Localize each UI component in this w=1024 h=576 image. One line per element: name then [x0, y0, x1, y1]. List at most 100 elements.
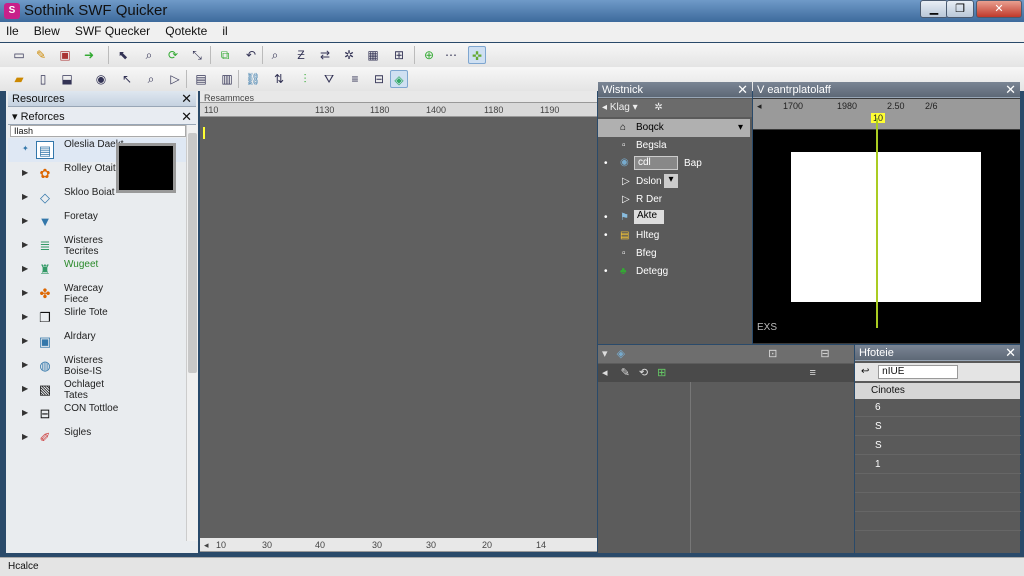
- zoom-icon[interactable]: ⌕: [140, 46, 158, 64]
- grid-icon[interactable]: ▦: [364, 46, 382, 64]
- copy-icon[interactable]: ⧉: [216, 46, 234, 64]
- property-row[interactable]: [855, 494, 1021, 512]
- minimize-button[interactable]: ▁: [920, 0, 948, 18]
- collapse-icon[interactable]: ▾: [602, 348, 608, 360]
- menu-icon[interactable]: ≡: [809, 367, 815, 379]
- table-icon[interactable]: ⊟: [370, 70, 388, 88]
- pencil-icon[interactable]: ✎: [32, 46, 50, 64]
- scroll-left-icon[interactable]: ◂: [204, 540, 209, 551]
- collapse-icon[interactable]: ▾: [12, 111, 18, 123]
- menu-swf[interactable]: SWF Quecker: [69, 22, 156, 40]
- edit-icon[interactable]: ✎: [621, 367, 630, 379]
- menu-help[interactable]: il: [216, 22, 233, 40]
- tree-item[interactable]: ▷ Dslon ▾: [598, 173, 750, 191]
- swap-icon[interactable]: ⇅: [270, 70, 288, 88]
- tree-item[interactable]: • ▤ Hlteg: [598, 227, 750, 245]
- add-layer-icon[interactable]: ⊞: [657, 367, 666, 379]
- snap-icon[interactable]: ✜: [468, 46, 486, 64]
- more-icon[interactable]: ⋯: [442, 46, 460, 64]
- property-row[interactable]: 1: [855, 456, 1021, 474]
- menu-tools[interactable]: Qotekte: [159, 22, 213, 40]
- properties-field-input[interactable]: nIUE: [878, 365, 959, 379]
- save-icon[interactable]: ▣: [56, 46, 74, 64]
- export-icon[interactable]: ⬓: [58, 70, 76, 88]
- list-item[interactable]: ▶ ⊟ CON Tottloe: [8, 402, 190, 426]
- close-preview-icon[interactable]: ✕: [1005, 82, 1016, 98]
- play-icon[interactable]: ▷: [166, 70, 184, 88]
- text-cursor: [203, 127, 205, 139]
- close-outline-icon[interactable]: ✕: [737, 82, 748, 98]
- expand-icon[interactable]: ⊟: [820, 348, 829, 360]
- gear-icon[interactable]: ✲: [340, 46, 358, 64]
- menu-file[interactable]: Ile: [0, 22, 25, 40]
- property-row[interactable]: 6: [855, 399, 1021, 417]
- back-icon[interactable]: ◂: [602, 102, 607, 113]
- property-row[interactable]: S: [855, 418, 1021, 436]
- tree-item[interactable]: ⌂ Boqck ▾: [598, 119, 750, 137]
- maximize-button[interactable]: ❐: [946, 0, 974, 18]
- chevron-down-icon[interactable]: ▾: [633, 102, 638, 113]
- resources-search-input[interactable]: Ilash: [10, 125, 186, 137]
- filter-icon[interactable]: ⛛: [320, 70, 338, 88]
- tree-item[interactable]: • ♣ Detegg: [598, 263, 750, 281]
- property-row[interactable]: [855, 513, 1021, 531]
- new-file-icon[interactable]: ▭: [10, 46, 28, 64]
- close-properties-icon[interactable]: ✕: [1005, 345, 1016, 361]
- list-item[interactable]: ▶ ▣ Alrdary: [8, 330, 190, 354]
- preview-stage[interactable]: [791, 152, 981, 302]
- prev-icon[interactable]: ◂: [602, 367, 608, 379]
- playhead-line[interactable]: [876, 118, 878, 328]
- layout-icon[interactable]: ⊞: [390, 46, 408, 64]
- undo-icon[interactable]: ↶: [242, 46, 260, 64]
- link-icon[interactable]: ⛓: [244, 70, 262, 88]
- page-icon[interactable]: ▯: [34, 70, 52, 88]
- tree-item[interactable]: ▷ R Der: [598, 191, 750, 209]
- tree-item[interactable]: • ◉ cdl Bap: [598, 155, 750, 173]
- list-item[interactable]: ▶ ✤ Warecay Fiece: [8, 282, 190, 306]
- menu-view[interactable]: Blew: [28, 22, 66, 40]
- frame-icon[interactable]: ⊡: [768, 348, 777, 360]
- report-icon[interactable]: ▥: [218, 70, 236, 88]
- preview-icon[interactable]: ◈: [390, 70, 408, 88]
- doc-icon[interactable]: ▤: [192, 70, 210, 88]
- outline-dropdown[interactable]: Klag: [610, 102, 630, 113]
- list-item[interactable]: ▶ ♜ Wugeet: [8, 258, 190, 282]
- close-resources-icon[interactable]: ✕: [181, 91, 192, 107]
- list-item[interactable]: ▶ ✐ Sigles: [8, 426, 190, 450]
- chart-icon[interactable]: ⫶: [296, 70, 314, 88]
- refresh-icon[interactable]: ⟳: [164, 46, 182, 64]
- list-item[interactable]: ▶ ≣ Wisteres Tecrites: [8, 234, 190, 258]
- property-row[interactable]: [855, 475, 1021, 493]
- tree-item[interactable]: ▫ Bfeg: [598, 245, 750, 263]
- select-icon[interactable]: ⬉: [114, 46, 132, 64]
- stack-icon[interactable]: ≡: [346, 70, 364, 88]
- list-item[interactable]: ▶ ▼ Foretay: [8, 210, 190, 234]
- folder-icon[interactable]: ▰: [10, 70, 28, 88]
- list-item[interactable]: ▶ ▧ Ochlaget Tates: [8, 378, 190, 402]
- distribute-icon[interactable]: ⇄: [316, 46, 334, 64]
- loop-icon[interactable]: ⟲: [639, 367, 648, 379]
- magnifier-icon[interactable]: ⌕: [142, 70, 160, 88]
- close-button[interactable]: ✕: [976, 0, 1022, 18]
- property-row[interactable]: S: [855, 437, 1021, 455]
- transform-icon[interactable]: ⤡: [188, 46, 206, 64]
- align-icon[interactable]: Ƶ: [292, 46, 310, 64]
- zoom-in-icon[interactable]: ⊕: [420, 46, 438, 64]
- list-item[interactable]: ▶ ❐ Slirle Tote: [8, 306, 190, 330]
- playhead-marker[interactable]: 10: [871, 113, 886, 123]
- arrow-icon[interactable]: ↖: [118, 70, 136, 88]
- search-icon[interactable]: ⌕: [266, 46, 284, 64]
- close-reforces-icon[interactable]: ✕: [181, 109, 192, 125]
- document-tab[interactable]: Resammces: [204, 93, 254, 103]
- eye-icon[interactable]: ◉: [92, 70, 110, 88]
- tree-item[interactable]: • ⚑ Akte: [598, 209, 750, 227]
- settings-icon[interactable]: ✲: [654, 102, 662, 113]
- doc-icon: ❐: [39, 310, 51, 325]
- resources-scrollbar[interactable]: [186, 125, 198, 541]
- tree-item[interactable]: ▫ Begsla: [598, 137, 750, 155]
- list-item[interactable]: ▶ ◍ Wisteres Boise-IS: [8, 354, 190, 378]
- layer-icon[interactable]: ◈: [617, 348, 625, 360]
- forward-icon[interactable]: ➜: [80, 46, 98, 64]
- document-canvas[interactable]: [200, 117, 597, 538]
- tool-icon[interactable]: ↩: [861, 366, 869, 377]
